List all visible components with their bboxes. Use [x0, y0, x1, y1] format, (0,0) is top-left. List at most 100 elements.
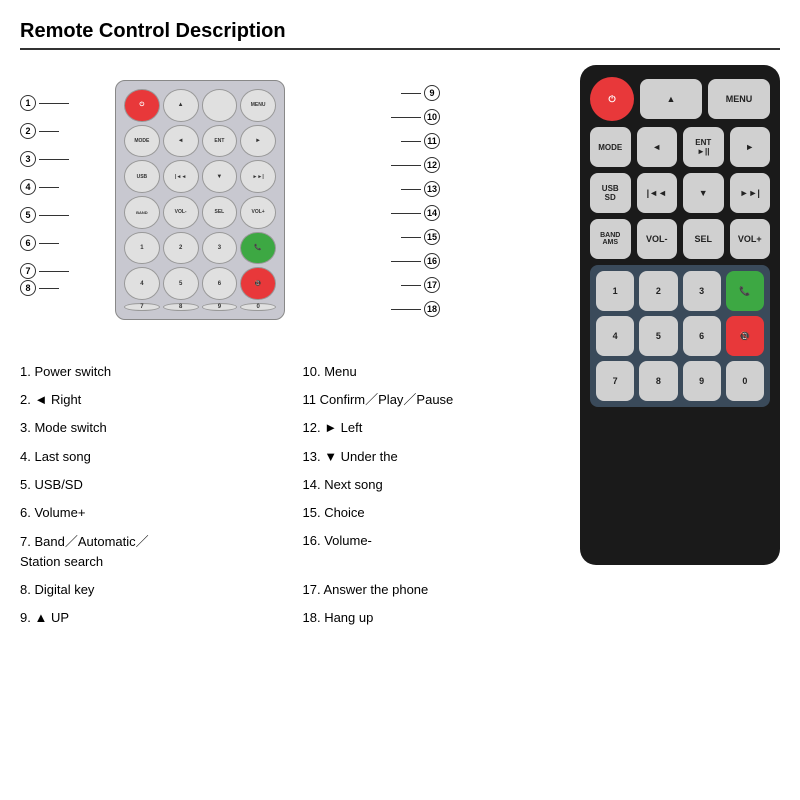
desc-num-15: 15.	[303, 505, 325, 520]
callout-3: 3	[20, 151, 69, 167]
desc-num-3: 3.	[20, 420, 34, 435]
remote-volminus-btn[interactable]: VOL-	[637, 219, 678, 259]
remote-control: ⏻ ▲ MENU MODE ◄ ENT►|| ► USBSD |◄◄ ▼ ►►|…	[580, 65, 780, 565]
remote-num6[interactable]: 6	[683, 316, 721, 356]
main-container: Remote Control Description ⏻ ▲ MENU MODE…	[0, 0, 800, 800]
remote-power-btn[interactable]: ⏻	[590, 77, 634, 121]
remote-num2[interactable]: 2	[639, 271, 677, 311]
remote-left-btn[interactable]: ◄	[637, 127, 678, 167]
description-list: 1. Power switch 10. Menu 2. ◄ Right 11 C…	[20, 360, 565, 631]
callout-circle-7: 7	[20, 263, 36, 279]
callout-4: 4	[20, 179, 69, 195]
desc-num-2: 2.	[20, 392, 34, 407]
remote-answer-btn[interactable]: 📞	[726, 271, 764, 311]
remote-num7[interactable]: 7	[596, 361, 634, 401]
diag-0: 0	[240, 303, 276, 311]
diag-mode: MODE	[124, 125, 160, 158]
desc-15: 15. Choice	[303, 501, 566, 525]
remote-next-btn[interactable]: ►►|	[730, 173, 771, 213]
callout-circle-2: 2	[20, 123, 36, 139]
desc-4: 4. Last song	[20, 445, 283, 469]
callout-circle-18: 18	[424, 301, 440, 317]
desc-10: 10. Menu	[303, 360, 566, 384]
diag-band: BAND	[124, 196, 160, 229]
remote-num0[interactable]: 0	[726, 361, 764, 401]
remote-menu-btn[interactable]: MENU	[708, 79, 770, 119]
desc-9: 9. ▲ UP	[20, 606, 283, 630]
desc-text-11: Confirm／Play／Pause	[320, 392, 454, 407]
diag-2: 2	[163, 232, 199, 265]
remote-sel-btn[interactable]: SEL	[683, 219, 724, 259]
desc-7: 7. Band／Automatic／Station search	[20, 529, 283, 574]
desc-num-18: 18.	[303, 610, 325, 625]
diag-empty1	[202, 89, 238, 122]
desc-text-15: Choice	[324, 505, 364, 520]
callout-2: 2	[20, 123, 69, 139]
callout-14: 14	[391, 205, 440, 221]
diag-volm: VOL-	[163, 196, 199, 229]
diag-answer: 📞	[240, 232, 276, 265]
desc-2: 2. ◄ Right	[20, 388, 283, 412]
desc-num-7: 7.	[20, 534, 34, 549]
remote-prev-btn[interactable]: |◄◄	[637, 173, 678, 213]
remote-num8[interactable]: 8	[639, 361, 677, 401]
remote-right-btn[interactable]: ►	[730, 127, 771, 167]
callout-5: 5	[20, 207, 69, 223]
callout-10: 10	[391, 109, 440, 125]
callout-circle-1: 1	[20, 95, 36, 111]
remote-band-btn[interactable]: BANDAMS	[590, 219, 631, 259]
desc-8: 8. Digital key	[20, 578, 283, 602]
desc-text-13: ▼ Under the	[324, 449, 398, 464]
remote-usb-btn[interactable]: USBSD	[590, 173, 631, 213]
desc-num-8: 8.	[20, 582, 34, 597]
remote-volplus-btn[interactable]: VOL+	[730, 219, 771, 259]
remote-num1[interactable]: 1	[596, 271, 634, 311]
remote-mode-btn[interactable]: MODE	[590, 127, 631, 167]
diag-sel: SEL	[202, 196, 238, 229]
diag-5: 5	[163, 267, 199, 300]
callout-13: 13	[401, 181, 440, 197]
remote-num9[interactable]: 9	[683, 361, 721, 401]
callout-17: 17	[401, 277, 440, 293]
remote-row-3: USBSD |◄◄ ▼ ►►|	[590, 173, 770, 213]
desc-num-4: 4.	[20, 449, 34, 464]
callout-circle-17: 17	[424, 277, 440, 293]
desc-text-7: Band／Automatic／Station search	[20, 534, 149, 569]
callout-15: 15	[401, 229, 440, 245]
small-remote-diagram: ⏻ ▲ MENU MODE ◄ ENT ► USB |◄◄ ▼ ►►|	[115, 80, 285, 320]
remote-up-btn[interactable]: ▲	[640, 79, 702, 119]
desc-text-3: Mode switch	[34, 420, 106, 435]
callout-circle-12: 12	[424, 157, 440, 173]
callout-circle-10: 10	[424, 109, 440, 125]
remote-down-btn[interactable]: ▼	[683, 173, 724, 213]
desc-text-12: ► Left	[324, 420, 362, 435]
remote-num4[interactable]: 4	[596, 316, 634, 356]
remote-hangup-btn[interactable]: 📵	[726, 316, 764, 356]
desc-12: 12. ► Left	[303, 416, 566, 440]
desc-6: 6. Volume+	[20, 501, 283, 525]
desc-text-18: Hang up	[324, 610, 373, 625]
remote-row-2: MODE ◄ ENT►|| ►	[590, 127, 770, 167]
desc-num-14: 14.	[303, 477, 325, 492]
diag-1: 1	[124, 232, 160, 265]
diag-power: ⏻	[124, 89, 160, 122]
desc-text-14: Next song	[324, 477, 383, 492]
left-panel: ⏻ ▲ MENU MODE ◄ ENT ► USB |◄◄ ▼ ►►|	[20, 65, 565, 631]
desc-text-2: ◄ Right	[34, 392, 81, 407]
desc-16: 16. Volume-	[303, 529, 566, 574]
callout-circle-15: 15	[424, 229, 440, 245]
desc-num-9: 9.	[20, 610, 34, 625]
remote-row-1: ⏻ ▲ MENU	[590, 77, 770, 121]
callout-circle-6: 6	[20, 235, 36, 251]
callout-7: 7	[20, 263, 69, 279]
callout-circle-14: 14	[424, 205, 440, 221]
remote-entplay-btn[interactable]: ENT►||	[683, 127, 724, 167]
desc-text-5: USB/SD	[34, 477, 82, 492]
desc-text-6: Volume+	[34, 505, 85, 520]
desc-text-1: Power switch	[34, 364, 111, 379]
callout-16: 16	[391, 253, 440, 269]
callout-18: 18	[391, 301, 440, 317]
remote-num3[interactable]: 3	[683, 271, 721, 311]
remote-num5[interactable]: 5	[639, 316, 677, 356]
desc-num-10: 10.	[303, 364, 325, 379]
